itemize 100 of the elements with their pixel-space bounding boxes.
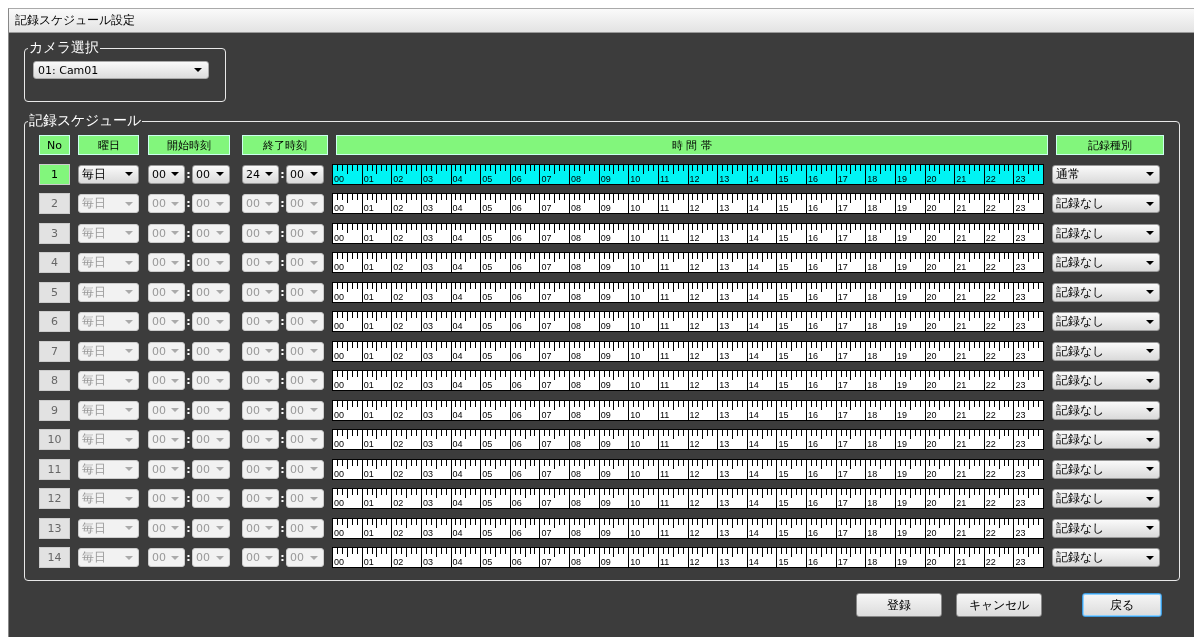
hour-label: 04 <box>451 173 463 184</box>
hour-label: 18 <box>866 557 878 567</box>
hour-label: 01 <box>362 498 374 508</box>
hour-label: 23 <box>1014 203 1026 213</box>
hour-label: 22 <box>984 498 996 508</box>
hour-label: 10 <box>629 232 641 243</box>
hour-label: 10 <box>629 173 641 184</box>
time-separator: : <box>185 197 192 210</box>
hour-label: 09 <box>599 173 611 184</box>
hour-label: 15 <box>777 173 789 184</box>
hour-label: 23 <box>1014 380 1026 390</box>
caret-icon <box>216 437 224 442</box>
hour-label: 23 <box>1014 527 1026 538</box>
caret-icon <box>125 201 133 206</box>
time-separator: : <box>185 344 192 358</box>
hour-label: 23 <box>1014 350 1026 361</box>
hour-dropdown[interactable]: 00 <box>148 164 185 184</box>
hour-label: 15 <box>777 232 789 243</box>
hour-label: 20 <box>925 291 937 302</box>
minute-dropdown[interactable]: 00 <box>192 164 230 184</box>
day-dropdown[interactable]: 毎日 <box>78 164 139 184</box>
caret-icon <box>310 378 318 383</box>
caret-icon <box>125 290 133 294</box>
hour-label: 14 <box>747 262 759 272</box>
time-separator: : <box>185 256 192 269</box>
time-separator: : <box>279 374 286 387</box>
hour-label: 12 <box>688 321 700 331</box>
time-separator: : <box>279 226 286 240</box>
hour-label: 12 <box>688 498 700 508</box>
hour-label: 02 <box>392 439 404 449</box>
caret-icon <box>125 231 133 235</box>
hour-label: 04 <box>451 409 463 420</box>
caret-icon <box>194 68 202 72</box>
hour-label: 08 <box>570 232 581 243</box>
caret-icon <box>1146 319 1154 324</box>
hour-label: 07 <box>540 380 552 390</box>
caret-icon <box>125 260 133 265</box>
caret-icon <box>216 555 224 560</box>
hour-label: 03 <box>421 203 433 213</box>
dialog-button[interactable]: 登録 <box>856 593 942 617</box>
dialog-button[interactable]: キャンセル <box>956 593 1042 617</box>
hour-label: 00 <box>333 498 344 508</box>
hour-label: 21 <box>955 232 967 243</box>
time-separator: : <box>279 403 286 417</box>
hour-label: 13 <box>718 291 730 302</box>
hour-label: 13 <box>718 232 730 243</box>
hour-label: 23 <box>1014 557 1026 567</box>
hour-label: 05 <box>481 350 493 361</box>
hour-label: 07 <box>540 409 552 420</box>
hour-label: 15 <box>777 409 789 420</box>
hour-label: 21 <box>955 439 967 449</box>
hour-label: 07 <box>540 527 552 538</box>
column-header: No <box>39 135 70 155</box>
hour-label: 14 <box>747 350 759 361</box>
hour-label: 12 <box>688 439 700 449</box>
hour-label: 10 <box>629 203 641 213</box>
hour-label: 19 <box>895 439 907 449</box>
hour-label: 19 <box>895 232 907 243</box>
hour-label: 11 <box>658 232 670 243</box>
hour-label: 13 <box>718 439 730 449</box>
caret-icon <box>125 437 133 442</box>
hour-label: 12 <box>688 468 700 479</box>
hour-label: 11 <box>658 439 670 449</box>
hour-label: 14 <box>747 203 759 213</box>
caret-icon <box>310 496 318 501</box>
record-type-dropdown[interactable]: 通常 <box>1052 164 1160 184</box>
hour-label: 20 <box>925 232 937 243</box>
camera-dropdown[interactable]: 01: Cam01 <box>33 61 209 79</box>
minute-dropdown[interactable]: 00 <box>286 164 324 184</box>
row-number: 11 <box>39 458 70 480</box>
hour-label: 21 <box>955 468 967 479</box>
time-separator: : <box>279 197 286 210</box>
hour-label: 05 <box>481 291 493 302</box>
caret-icon <box>310 231 318 235</box>
time-separator: : <box>185 462 192 476</box>
hour-label: 02 <box>392 291 404 302</box>
hour-label: 03 <box>421 498 433 508</box>
time-ruler[interactable]: 00 01 02 03 04 05 06 07 08 09 10 11 12 13 14 15 16 17 18 19 20 21 22 23 <box>332 163 1044 185</box>
hour-label: 02 <box>392 173 404 184</box>
hour-label: 02 <box>392 203 404 213</box>
hour-label: 02 <box>392 498 404 508</box>
hour-label: 10 <box>629 557 641 567</box>
dialog-button[interactable]: 戻る <box>1082 593 1162 617</box>
hour-label: 07 <box>540 203 552 213</box>
hour-label: 15 <box>777 557 789 567</box>
caret-icon <box>171 555 179 560</box>
caret-icon <box>216 349 224 353</box>
row-number: 9 <box>39 399 70 421</box>
hour-label: 05 <box>481 439 493 449</box>
hour-label: 04 <box>451 527 463 538</box>
time-separator: : <box>185 315 192 328</box>
hour-label: 07 <box>540 321 552 331</box>
hour-label: 17 <box>836 291 848 302</box>
caret-icon <box>1146 349 1154 353</box>
column-header: 終了時刻 <box>242 135 328 155</box>
hour-label: 03 <box>421 527 433 538</box>
hour-label: 21 <box>955 557 967 567</box>
hour-label: 08 <box>570 321 581 331</box>
hour-dropdown[interactable]: 24 <box>242 164 279 184</box>
hour-label: 20 <box>925 527 937 538</box>
